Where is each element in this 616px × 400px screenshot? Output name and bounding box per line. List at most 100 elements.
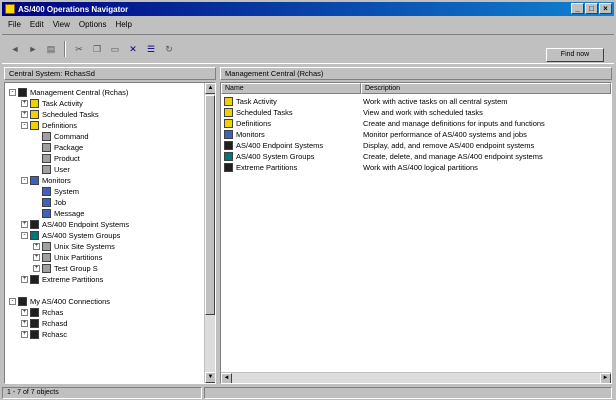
tree-item[interactable]: + Task Activity xyxy=(5,98,205,109)
toolbar-separator xyxy=(64,41,66,57)
list-item-name: AS/400 System Groups xyxy=(236,152,315,161)
status-bar: 1 - 7 of 7 objects xyxy=(2,387,614,399)
tree-expander[interactable]: + xyxy=(21,320,28,327)
scroll-down-arrow[interactable]: ▼ xyxy=(205,372,215,383)
tree-item-label: Unix Partitions xyxy=(54,253,103,262)
list-item[interactable]: AS/400 Endpoint Systems Display, add, and… xyxy=(221,140,611,151)
paste-icon[interactable]: ▭ xyxy=(108,42,122,56)
tree-expander[interactable]: + xyxy=(21,276,28,283)
tree-item[interactable]: Job xyxy=(5,197,205,208)
tree-item[interactable]: + Extreme Partitions xyxy=(5,274,205,285)
print-icon[interactable]: ▤ xyxy=(44,42,58,56)
menu-options[interactable]: Options xyxy=(79,18,107,32)
tree-item[interactable]: Message xyxy=(5,208,205,219)
tree-item[interactable]: + Rchasd xyxy=(5,318,205,329)
list-item[interactable]: Extreme Partitions Work with AS/400 logic… xyxy=(221,162,611,173)
tree-vertical-scrollbar[interactable]: ▲ ▼ xyxy=(204,83,215,383)
column-header-description[interactable]: Description xyxy=(361,83,611,94)
menu-view[interactable]: View xyxy=(53,18,70,32)
tree-expander[interactable]: + xyxy=(33,254,40,261)
folder-icon xyxy=(30,319,39,328)
navigation-tree[interactable]: - Management Central (Rchas) + Task Activit… xyxy=(5,87,205,340)
list-item[interactable]: Monitors Monitor performance of AS/400 sy… xyxy=(221,129,611,140)
tree-item-label: User xyxy=(54,165,70,174)
tree-expander[interactable]: + xyxy=(33,243,40,250)
menu-help[interactable]: Help xyxy=(115,18,131,32)
find-now-button[interactable]: Find now xyxy=(546,48,604,62)
tree-expander[interactable]: + xyxy=(33,265,40,272)
cut-icon[interactable]: ✂ xyxy=(72,42,86,56)
tree-pane[interactable]: - Management Central (Rchas) + Task Activit… xyxy=(4,82,216,384)
window-title: AS/400 Operations Navigator xyxy=(18,4,129,14)
menu-file[interactable]: File xyxy=(8,18,21,32)
tree-expander[interactable]: - xyxy=(21,177,28,184)
tree-item-label: Command xyxy=(54,132,89,141)
tree-item[interactable]: + Test Group S xyxy=(5,263,205,274)
tree-item[interactable]: + Rchasc xyxy=(5,329,205,340)
menu-edit[interactable]: Edit xyxy=(30,18,44,32)
tree-expander[interactable]: - xyxy=(21,122,28,129)
tree-expander[interactable]: - xyxy=(9,298,16,305)
delete-icon[interactable]: ✕ xyxy=(126,42,140,56)
properties-icon[interactable]: ☰ xyxy=(144,42,158,56)
scroll-thumb[interactable] xyxy=(205,95,215,315)
forward-icon[interactable]: ► xyxy=(26,42,40,56)
tree-item xyxy=(5,285,205,296)
tree-item[interactable]: + Unix Site Systems xyxy=(5,241,205,252)
tree-item-label: Monitors xyxy=(42,176,71,185)
list-item-description: Work with active tasks on all central sy… xyxy=(363,97,508,106)
tree-item[interactable]: - Monitors xyxy=(5,175,205,186)
tree-item[interactable]: User xyxy=(5,164,205,175)
list-item[interactable]: Scheduled Tasks View and work with schedu… xyxy=(221,107,611,118)
app-icon xyxy=(5,4,15,14)
folder-icon xyxy=(30,231,39,240)
maximize-button[interactable]: □ xyxy=(585,3,598,14)
minimize-button[interactable]: _ xyxy=(571,3,584,14)
tree-item[interactable]: - Definitions xyxy=(5,120,205,131)
scroll-left-arrow[interactable]: ◄ xyxy=(221,373,232,383)
folder-icon xyxy=(42,165,51,174)
list-pane[interactable]: Name Description Task Activity Work with … xyxy=(220,82,612,384)
item-icon xyxy=(224,163,233,172)
tree-item-label: System xyxy=(54,187,80,196)
tree-item[interactable]: + Scheduled Tasks xyxy=(5,109,205,120)
list-horizontal-scrollbar[interactable]: ◄ ► xyxy=(221,372,611,383)
title-bar: AS/400 Operations Navigator _ □ × xyxy=(2,2,614,16)
tree-expander[interactable]: + xyxy=(21,111,28,118)
tree-item-label: Package xyxy=(54,143,84,152)
folder-icon xyxy=(42,132,51,141)
tree-item[interactable]: System xyxy=(5,186,205,197)
tree-item[interactable]: Package xyxy=(5,142,205,153)
list-item[interactable]: Task Activity Work with active tasks on a… xyxy=(221,96,611,107)
copy-icon[interactable]: ❐ xyxy=(90,42,104,56)
tree-item[interactable]: + Unix Partitions xyxy=(5,252,205,263)
tree-expander[interactable]: + xyxy=(21,221,28,228)
tree-item-label: Job xyxy=(54,198,67,207)
tree-item[interactable]: + AS/400 Endpoint Systems xyxy=(5,219,205,230)
tree-item[interactable]: Command xyxy=(5,131,205,142)
tree-expander[interactable]: + xyxy=(21,309,28,316)
tree-expander[interactable]: + xyxy=(21,100,28,107)
close-button[interactable]: × xyxy=(599,3,612,14)
tree-expander[interactable]: - xyxy=(21,232,28,239)
scroll-up-arrow[interactable]: ▲ xyxy=(205,83,215,94)
list-item-name-cell: Scheduled Tasks xyxy=(221,107,361,118)
tree-item[interactable]: - My AS/400 Connections xyxy=(5,296,205,307)
left-pane-header: Central System: RchasSd xyxy=(4,67,216,80)
tree-item[interactable]: - Management Central (Rchas) xyxy=(5,87,205,98)
folder-icon xyxy=(30,121,39,130)
refresh-icon[interactable]: ↻ xyxy=(162,42,176,56)
list-item[interactable]: Definitions Create and manage definitions… xyxy=(221,118,611,129)
tree-item[interactable]: + Rchas xyxy=(5,307,205,318)
list-item[interactable]: AS/400 System Groups Create, delete, and … xyxy=(221,151,611,162)
scroll-right-arrow[interactable]: ► xyxy=(600,373,611,383)
tree-expander[interactable]: + xyxy=(21,331,28,338)
back-icon[interactable]: ◄ xyxy=(8,42,22,56)
column-header-row: Name Description xyxy=(221,83,611,94)
list-item-description: Display, add, and remove AS/400 endpoint… xyxy=(363,141,535,150)
tree-expander[interactable]: - xyxy=(9,89,16,96)
tree-item[interactable]: Product xyxy=(5,153,205,164)
tree-item[interactable]: - AS/400 System Groups xyxy=(5,230,205,241)
folder-icon xyxy=(30,275,39,284)
column-header-name[interactable]: Name xyxy=(221,83,361,94)
